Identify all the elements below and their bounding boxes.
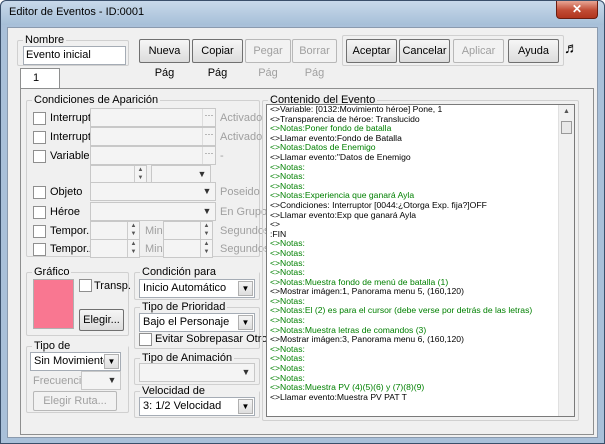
variable-dash: - (220, 150, 224, 162)
command-list-scrollbar[interactable]: ▲ (558, 105, 574, 416)
variable-checkbox[interactable] (33, 150, 46, 163)
command-lines: <>Variable: [0132:Movimiento héroe] Pone… (267, 105, 574, 402)
command-line[interactable]: :FIN (267, 229, 574, 240)
dialog-client: Nombre Evento inicial Nueva Pág Copiar P… (7, 27, 598, 438)
transparent-checkbox[interactable] (79, 279, 92, 292)
graphic-label: Gráfico (32, 266, 72, 278)
priority-select[interactable]: Bajo el Personaje ▼ (139, 313, 255, 332)
command-line[interactable]: <>Notas: (267, 239, 574, 249)
accept-button[interactable]: Aceptar (346, 39, 397, 63)
switch2-state: Activado (220, 131, 263, 143)
command-line[interactable]: <>Notas: (267, 354, 574, 364)
start-condition-value: Inicio Automático (143, 282, 227, 294)
command-line[interactable]: <>Notas: (267, 344, 574, 355)
name-group-label: Nombre (23, 34, 67, 46)
tab-page-1[interactable]: 1 (20, 68, 60, 89)
command-line[interactable]: <>Notas: (267, 162, 574, 173)
timer1-checkbox[interactable] (33, 225, 46, 238)
conditions-label: Condiciones de Aparición (32, 94, 161, 106)
event-command-list[interactable]: <>Variable: [0132:Movimiento héroe] Pone… (266, 104, 575, 417)
speed-select[interactable]: 3: 1/2 Velocidad ▼ (139, 397, 255, 416)
avoid-overlap-checkbox[interactable] (139, 333, 152, 346)
timer2-min-label: Min (145, 243, 163, 255)
music-note-icon[interactable]: ♬ (564, 40, 579, 57)
object-checkbox[interactable] (33, 186, 46, 199)
delete-page-button[interactable]: Borrar Pág (292, 39, 337, 79)
timer1-sec-field[interactable]: ▲ ▼ (163, 221, 213, 240)
apply-button[interactable]: Aplicar (453, 39, 504, 63)
command-line[interactable]: <>Notas:El (2) es para el cursor (debe v… (267, 306, 574, 316)
paste-page-button[interactable]: Pegar Pág (245, 39, 291, 79)
timer1-min-field[interactable]: ▲ ▼ (90, 221, 140, 240)
hero-select[interactable]: ▼ (90, 202, 216, 221)
animation-select[interactable]: ▼ (139, 363, 255, 382)
hero-label: Héroe (50, 206, 80, 218)
object-state: Poseido (220, 186, 260, 198)
command-line[interactable]: <> (267, 220, 574, 230)
new-page-button[interactable]: Nueva Pág (139, 39, 190, 79)
timer2-checkbox[interactable] (33, 243, 46, 256)
switch2-checkbox[interactable] (33, 131, 46, 144)
transparent-label: Transp. (94, 280, 131, 292)
timer1-min-label: Min (145, 225, 163, 237)
help-button[interactable]: Ayuda (508, 39, 559, 63)
speed-value: 3: 1/2 Velocidad (143, 400, 222, 412)
command-line[interactable]: <>Llamar evento:Muestra PV PAT T (267, 392, 574, 403)
event-name-input[interactable]: Evento inicial (23, 46, 126, 65)
switch1-state: Activado (220, 112, 263, 124)
command-line[interactable]: <>Notas: (267, 172, 574, 182)
command-line[interactable]: <>Mostrar imágen:3, Panorama menu 6, (16… (267, 335, 574, 345)
timer2-label: Tempor.2 (50, 243, 96, 255)
copy-page-button[interactable]: Copiar Pág (192, 39, 243, 79)
title-bar[interactable]: Editor de Eventos - ID:0001 ✕ (1, 1, 604, 25)
command-line[interactable]: <>Llamar evento:"Datos de Enemigo (267, 152, 574, 163)
switch1-checkbox[interactable] (33, 112, 46, 125)
hero-state: En Grupo (220, 206, 268, 218)
frequency-select[interactable]: ▼ (81, 371, 121, 390)
graphic-preview[interactable] (33, 279, 74, 329)
scroll-thumb[interactable] (561, 121, 572, 134)
close-icon[interactable]: ✕ (556, 1, 598, 19)
hero-checkbox[interactable] (33, 206, 46, 219)
variable-field[interactable]: ··· (90, 146, 216, 165)
movement-type-value: Sin Movimiento (34, 355, 110, 367)
frequency-label: Frecuencia (33, 375, 88, 387)
command-line[interactable]: <>Notas: (267, 258, 574, 269)
command-line[interactable]: <>Notas: (267, 363, 574, 374)
command-line[interactable]: <>Mostrar imágen:1, Panorama menu 5, (16… (267, 287, 574, 297)
start-condition-select[interactable]: Inicio Automático ▼ (139, 279, 255, 298)
priority-label: Tipo de Prioridad (140, 301, 228, 313)
cancel-button[interactable]: Cancelar (399, 39, 450, 63)
switch2-field[interactable]: ··· (90, 127, 216, 146)
command-line[interactable]: <>Llamar evento:Exp que ganará Ayla (267, 210, 574, 221)
scroll-up-icon[interactable]: ▲ (559, 105, 574, 119)
choose-graphic-button[interactable]: Elegir... (79, 309, 124, 331)
event-editor-window: Editor de Eventos - ID:0001 ✕ Nombre Eve… (0, 0, 605, 444)
switch1-field[interactable]: ··· (90, 108, 216, 127)
timer1-label: Tempor.1 (50, 225, 96, 237)
movement-type-select[interactable]: Sin Movimiento ▼ (30, 352, 121, 371)
timer2-sec-field[interactable]: ▲ ▼ (163, 239, 213, 258)
object-select[interactable]: ▼ (90, 182, 216, 201)
choose-route-button[interactable]: Elegir Ruta... (33, 391, 117, 411)
priority-value: Bajo el Personaje (143, 316, 230, 328)
window-title: Editor de Eventos - ID:0001 (9, 6, 145, 18)
object-label: Objeto (50, 186, 83, 198)
command-line[interactable]: <>Notas: (267, 248, 574, 259)
timer2-min-field[interactable]: ▲ ▼ (90, 239, 140, 258)
variable-label: Variable (50, 150, 90, 162)
